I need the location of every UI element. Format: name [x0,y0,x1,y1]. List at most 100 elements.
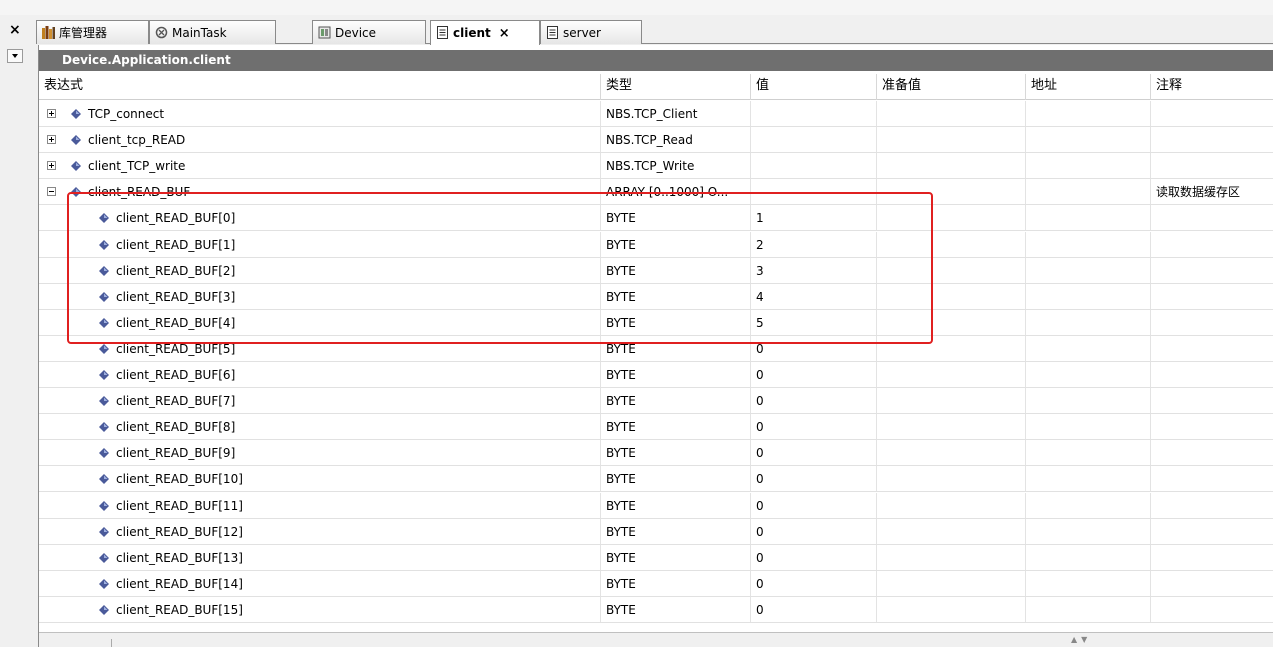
cell-prepared-value[interactable] [877,205,1026,231]
variable-icon [99,500,109,511]
cell-expression: client_READ_BUF[1] [39,231,601,257]
cell-expression: client_READ_BUF[11] [39,492,601,518]
cell-prepared-value[interactable] [877,466,1026,492]
column-header-address[interactable]: 地址 [1026,74,1151,100]
cell-type: BYTE [601,362,751,387]
cell-prepared-value[interactable] [877,179,1026,205]
cell-value [751,127,877,153]
cell-type: BYTE [601,335,751,361]
table-row[interactable]: client_READ_BUF[0] BYTE 1 [39,205,1273,232]
tab-maintask[interactable]: MainTask [149,20,276,44]
close-panel-button[interactable]: × [9,22,21,38]
watch-panel: Device.Application.client 表达式 类型 值 准备值 地… [38,45,1273,647]
tab-client[interactable]: client × [430,20,540,45]
variable-name: client_READ_BUF[10] [116,472,243,487]
column-header-comment[interactable]: 注释 [1151,74,1273,100]
tab-device[interactable]: Device [312,20,426,44]
cell-prepared-value[interactable] [877,283,1026,309]
device-icon [318,26,331,39]
cell-comment [1151,388,1273,413]
cell-prepared-value[interactable] [877,309,1026,335]
cell-type: NBS.TCP_Client [601,101,751,126]
cell-value: 0 [751,466,877,492]
close-tab-icon[interactable]: × [499,26,510,41]
table-row[interactable]: client_READ_BUF[10] BYTE 0 [39,466,1273,493]
cell-value: 0 [751,335,877,361]
document-icon [437,26,448,39]
expand-icon[interactable] [47,161,56,171]
table-row[interactable]: client_tcp_READ NBS.TCP_Read [39,127,1273,154]
expand-icon[interactable] [47,109,56,118]
cell-address [1026,440,1151,466]
cell-expression: client_READ_BUF[13] [39,544,601,570]
cell-value: 0 [751,596,877,622]
table-row[interactable]: client_READ_BUF ARRAY [0..1000] O... 读取数据缓… [39,179,1273,206]
table-row[interactable]: client_READ_BUF[6] BYTE 0 [39,362,1273,388]
cell-comment [1151,493,1273,518]
cell-prepared-value[interactable] [877,596,1026,622]
table-row[interactable]: client_READ_BUF[9] BYTE 0 [39,440,1273,467]
cell-prepared-value[interactable] [877,335,1026,361]
tab-label: 库管理器 [59,26,108,40]
cell-prepared-value[interactable] [877,101,1026,126]
cell-value: 0 [751,388,877,414]
table-row[interactable]: client_READ_BUF[2] BYTE 3 [39,257,1273,284]
cell-value: 0 [751,492,877,518]
cell-prepared-value[interactable] [877,440,1026,466]
table-row[interactable]: client_READ_BUF[15] BYTE 0 [39,596,1273,623]
cell-prepared-value[interactable] [877,492,1026,518]
top-strip [0,0,1273,15]
cell-type: ARRAY [0..1000] O... [601,179,751,205]
column-header-expression[interactable]: 表达式 [39,74,601,100]
column-header-value[interactable]: 值 [751,74,877,100]
cell-prepared-value[interactable] [877,153,1026,179]
dock-dropdown-button[interactable] [7,49,23,63]
cell-type: BYTE [601,309,751,335]
cell-prepared-value[interactable] [877,388,1026,414]
cell-type: BYTE [601,257,751,283]
cell-expression: client_READ_BUF[14] [39,570,601,596]
cell-prepared-value[interactable] [877,414,1026,440]
table-row[interactable]: client_READ_BUF[11] BYTE 0 [39,492,1273,519]
horizontal-scrollbar[interactable]: ▲▼ [39,632,1273,647]
table-row[interactable]: client_READ_BUF[5] BYTE 0 [39,335,1273,362]
cell-comment: 读取数据缓存区 [1156,185,1241,200]
cell-expression: client_READ_BUF[5] [39,335,601,361]
cell-address [1026,518,1151,544]
cell-expression: client_READ_BUF[15] [39,596,601,622]
cell-prepared-value[interactable] [877,362,1026,387]
cell-expression: client_READ_BUF[2] [39,257,601,283]
table-row[interactable]: TCP_connect NBS.TCP_Client [39,101,1273,127]
column-header-type[interactable]: 类型 [601,74,751,100]
cell-prepared-value[interactable] [877,231,1026,257]
cell-prepared-value[interactable] [877,127,1026,153]
cell-prepared-value[interactable] [877,518,1026,544]
cell-value: 0 [751,362,877,387]
cell-prepared-value[interactable] [877,544,1026,570]
expand-icon[interactable] [47,135,56,145]
variable-icon [71,187,81,198]
cell-prepared-value[interactable] [877,570,1026,596]
variable-icon [99,448,109,459]
tab-label: Device [335,25,377,40]
scroll-arrows-icon[interactable]: ▲▼ [1071,635,1091,644]
cell-type: BYTE [601,440,751,466]
collapse-icon[interactable] [47,187,56,197]
cell-address [1026,362,1151,387]
tab-library-manager[interactable]: 库管理器 [36,20,149,44]
table-row[interactable]: client_READ_BUF[14] BYTE 0 [39,570,1273,597]
cell-value: 0 [751,440,877,466]
table-row[interactable]: client_READ_BUF[4] BYTE 5 [39,309,1273,336]
table-row[interactable]: client_READ_BUF[7] BYTE 0 [39,388,1273,415]
table-row[interactable]: client_READ_BUF[3] BYTE 4 [39,283,1273,310]
column-header-prepared-value[interactable]: 准备值 [877,74,1026,100]
table-row[interactable]: client_READ_BUF[1] BYTE 2 [39,231,1273,258]
table-row[interactable]: client_TCP_write NBS.TCP_Write [39,153,1273,180]
table-row[interactable]: client_READ_BUF[8] BYTE 0 [39,414,1273,441]
table-row[interactable]: client_READ_BUF[12] BYTE 0 [39,518,1273,545]
cell-comment [1151,284,1273,309]
table-row[interactable]: client_READ_BUF[13] BYTE 0 [39,544,1273,571]
cell-prepared-value[interactable] [877,257,1026,283]
variable-icon [99,291,109,302]
tab-server[interactable]: server [540,20,642,44]
